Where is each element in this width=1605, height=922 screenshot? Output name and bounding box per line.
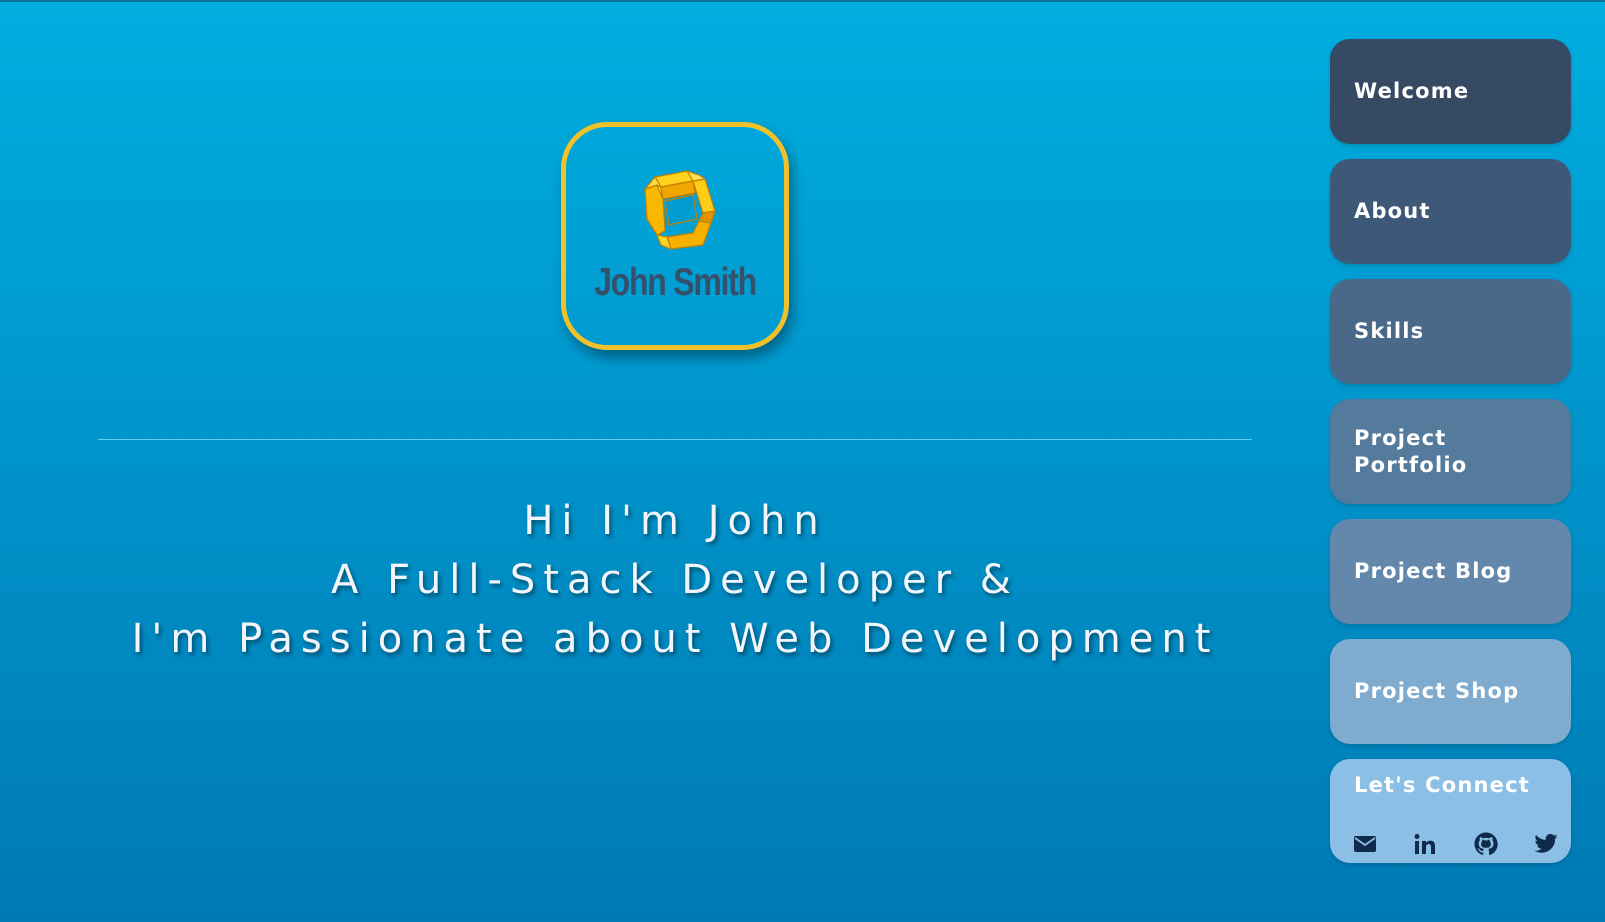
- linkedin-icon[interactable]: [1412, 831, 1438, 857]
- envelope-icon[interactable]: [1352, 831, 1378, 857]
- nav-item-label: Skills: [1354, 319, 1425, 343]
- logo-name: John Smith: [594, 261, 757, 304]
- hero-section: John Smith Hi I'm John A Full-Stack Deve…: [0, 2, 1350, 922]
- side-navigation: Welcome About Skills Project Portfolio P…: [1330, 39, 1571, 878]
- hero-greeting: Hi I'm John: [523, 498, 827, 544]
- nav-item-project-blog[interactable]: Project Blog: [1330, 519, 1571, 624]
- logo-card[interactable]: John Smith: [561, 122, 789, 350]
- social-links: [1352, 831, 1559, 857]
- nav-item-label: Let's Connect: [1354, 773, 1530, 797]
- nav-item-label: Welcome: [1354, 79, 1470, 103]
- nav-item-project-portfolio[interactable]: Project Portfolio: [1330, 399, 1571, 504]
- nav-item-skills[interactable]: Skills: [1330, 279, 1571, 384]
- nav-item-lets-connect[interactable]: Let's Connect: [1330, 759, 1571, 863]
- section-divider: [98, 439, 1252, 440]
- logo-knot-icon: [643, 169, 716, 251]
- nav-item-label: Project Blog: [1354, 559, 1513, 583]
- hero-role: A Full-Stack Developer &: [331, 557, 1019, 603]
- twitter-icon[interactable]: [1533, 831, 1559, 857]
- hero-passion: I'm Passionate about Web Development: [131, 616, 1219, 662]
- hero-intro: Hi I'm John A Full-Stack Developer & I'm…: [98, 492, 1252, 669]
- nav-item-label: About: [1354, 199, 1431, 223]
- nav-item-label: Project Portfolio: [1354, 425, 1468, 477]
- nav-item-welcome[interactable]: Welcome: [1330, 39, 1571, 144]
- nav-item-about[interactable]: About: [1330, 159, 1571, 264]
- nav-item-project-shop[interactable]: Project Shop: [1330, 639, 1571, 744]
- github-icon[interactable]: [1473, 831, 1499, 857]
- nav-item-label: Project Shop: [1354, 679, 1520, 703]
